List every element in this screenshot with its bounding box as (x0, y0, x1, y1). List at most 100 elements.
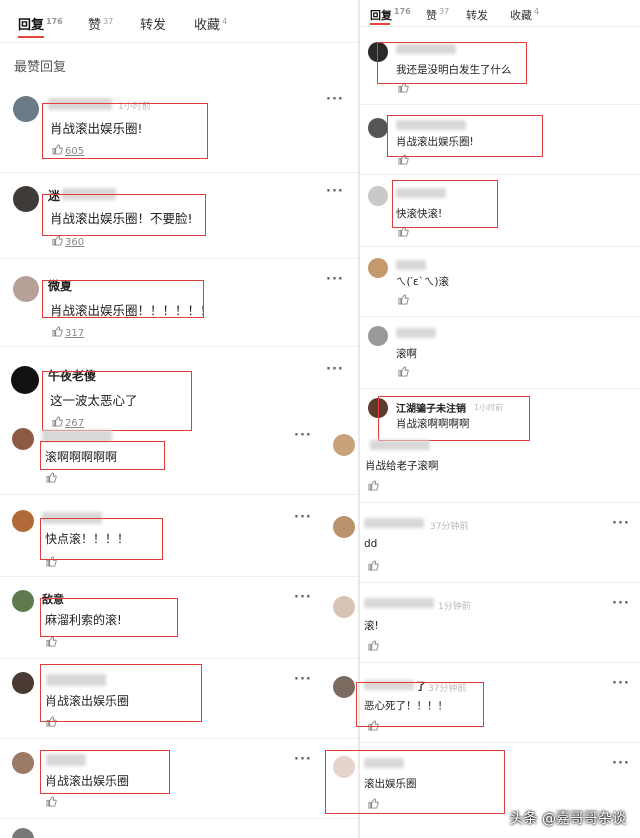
divider (0, 658, 358, 659)
like-button[interactable] (46, 636, 57, 649)
divider (0, 576, 358, 577)
left-screenshot-panel: 回复 176 赞 37 转发 收藏 4 最赞回复 1小时前 ··· 肖战滚出娱乐圈! … (0, 0, 358, 838)
comment-text: 麻溜利索的滚! (45, 613, 122, 627)
username-redacted (364, 758, 404, 768)
comment-text: 肖战滚出娱乐圈！不要脸! (50, 211, 193, 226)
user-avatar[interactable] (13, 186, 39, 212)
watermark: 头条 @嘉哥哥杂谈 (509, 811, 626, 827)
divider (0, 172, 358, 173)
username-redacted (396, 120, 466, 130)
more-options-icon[interactable]: ··· (294, 752, 312, 767)
like-button[interactable] (46, 796, 57, 809)
like-button[interactable] (368, 720, 379, 733)
tab-likes[interactable]: 赞 37 (426, 7, 449, 23)
comment-text: 滚啊啊啊啊啊 (45, 450, 118, 464)
comment-text: 肖战滚出娱乐圈 (45, 694, 130, 708)
user-avatar[interactable] (368, 258, 388, 278)
comment-time: 1小时前 (474, 403, 504, 412)
user-avatar[interactable] (333, 434, 355, 456)
user-avatar[interactable] (13, 96, 39, 122)
comment-text: 肖战滚出娱乐圈! (50, 121, 143, 136)
like-button[interactable]: 605 (52, 144, 84, 157)
comment-time: 37分钟前 (428, 684, 467, 694)
user-avatar[interactable] (12, 752, 34, 774)
user-avatar[interactable] (333, 756, 355, 778)
divider (360, 104, 640, 105)
more-options-icon[interactable]: ··· (326, 184, 344, 199)
like-button[interactable] (368, 798, 379, 811)
like-button[interactable] (368, 640, 379, 653)
like-button[interactable] (368, 560, 379, 573)
more-options-icon[interactable]: ··· (612, 516, 630, 531)
tab-likes[interactable]: 赞 37 (88, 14, 113, 33)
more-options-icon[interactable]: ··· (326, 272, 344, 287)
like-button[interactable]: 317 (52, 326, 84, 339)
more-options-icon[interactable]: ··· (612, 756, 630, 771)
like-button[interactable]: 360 (52, 235, 84, 248)
tab-replies[interactable]: 回复 176 (370, 7, 411, 23)
user-avatar[interactable] (368, 398, 388, 418)
more-options-icon[interactable]: ··· (294, 428, 312, 443)
comment-text: 快点滚！！！！ (45, 532, 130, 546)
tab-favorites[interactable]: 收藏 4 (194, 14, 227, 33)
more-options-icon[interactable]: ··· (294, 590, 312, 605)
thumbs-up-icon (46, 716, 57, 727)
more-options-icon[interactable]: ··· (612, 596, 630, 611)
user-avatar[interactable] (12, 590, 34, 612)
like-button[interactable] (398, 366, 409, 379)
user-avatar[interactable] (368, 118, 388, 138)
comment-text: 肖战滚出娱乐圈 (45, 774, 130, 788)
like-button[interactable] (368, 480, 379, 493)
user-avatar[interactable] (368, 42, 388, 62)
user-avatar[interactable] (368, 186, 388, 206)
divider (360, 316, 640, 317)
more-options-icon[interactable]: ··· (294, 672, 312, 687)
username-redacted (42, 430, 112, 442)
divider (360, 388, 640, 389)
username-redacted (46, 674, 106, 686)
thumbs-up-icon (52, 235, 63, 246)
thumbs-up-icon (398, 154, 409, 165)
username: 迷 (48, 189, 61, 203)
user-avatar[interactable] (333, 596, 355, 618)
like-button[interactable] (46, 556, 57, 569)
comment-text: 滚出娱乐圈 (364, 778, 417, 790)
more-options-icon[interactable]: ··· (612, 676, 630, 691)
more-options-icon[interactable]: ··· (326, 92, 344, 107)
user-avatar[interactable] (368, 326, 388, 346)
like-button[interactable] (46, 716, 57, 729)
user-avatar[interactable] (333, 676, 355, 698)
thumbs-up-icon (46, 796, 57, 807)
thumbs-up-icon (368, 480, 379, 491)
like-button[interactable] (398, 82, 409, 95)
user-avatar[interactable] (12, 510, 34, 532)
thumbs-up-icon (398, 82, 409, 93)
tab-favorites[interactable]: 收藏 4 (510, 7, 539, 23)
more-options-icon[interactable]: ··· (326, 362, 344, 377)
tab-reposts[interactable]: 转发 (466, 7, 488, 23)
active-tab-indicator (370, 23, 390, 25)
comment-text: 肖战滚出娱乐圈！！！！！！ (50, 303, 213, 318)
comment-text: dd (364, 538, 378, 550)
like-button[interactable] (398, 294, 409, 307)
comment-time: 1小时前 (118, 102, 151, 112)
thumbs-up-icon (52, 416, 63, 427)
user-avatar[interactable] (12, 428, 34, 450)
tab-replies[interactable]: 回复 176 (18, 14, 63, 33)
user-avatar[interactable] (333, 516, 355, 538)
like-button[interactable] (398, 154, 409, 167)
more-options-icon[interactable]: ··· (294, 510, 312, 525)
user-avatar[interactable] (11, 366, 39, 394)
user-avatar[interactable] (13, 276, 39, 302)
comment-text: 滚! (364, 620, 379, 632)
like-button[interactable] (46, 472, 57, 485)
like-button[interactable] (398, 226, 409, 239)
thumbs-up-icon (368, 798, 379, 809)
user-avatar[interactable] (12, 672, 34, 694)
divider (360, 742, 640, 743)
username-redacted (48, 98, 112, 110)
like-button[interactable]: 267 (52, 416, 84, 429)
tab-reposts[interactable]: 转发 (140, 14, 166, 33)
thumbs-up-icon (46, 556, 57, 567)
user-avatar[interactable] (12, 828, 34, 838)
